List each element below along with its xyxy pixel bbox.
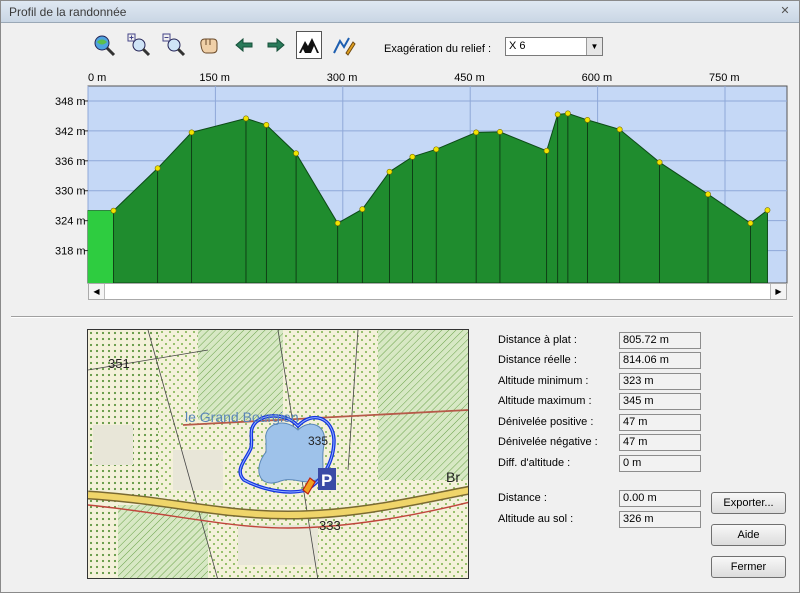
stat-value-descent: 47 m bbox=[619, 434, 701, 451]
help-button[interactable]: Aide bbox=[711, 524, 786, 546]
stat-label-altitude-diff: Diff. d'altitude : bbox=[498, 457, 571, 469]
window-title: Profil de la randonnée bbox=[9, 5, 127, 19]
waypoint-marker bbox=[334, 220, 341, 227]
stat-value-altitude-diff: 0 m bbox=[619, 455, 701, 472]
stat-label-distance-flat: Distance à plat : bbox=[498, 334, 577, 346]
stat-value-altitude-max: 345 m bbox=[619, 393, 701, 410]
waypoint-marker bbox=[110, 207, 117, 214]
stat-value-altitude-min: 323 m bbox=[619, 373, 701, 390]
zoom-in-button[interactable] bbox=[126, 31, 152, 59]
scroll-left-icon[interactable]: ◀ bbox=[89, 284, 105, 299]
x-tick-label: 300 m bbox=[327, 72, 358, 84]
waypoint-marker bbox=[188, 129, 195, 136]
map-label-333: 333 bbox=[319, 518, 341, 533]
waypoint-marker bbox=[764, 207, 771, 214]
arrow-right-icon bbox=[267, 37, 285, 53]
x-tick-label: 450 m bbox=[454, 72, 485, 84]
zoom-in-icon bbox=[127, 33, 151, 57]
topographic-map[interactable]: 351 le Grand Bourgien 335 333 Br P bbox=[87, 329, 469, 579]
waypoint-marker bbox=[433, 146, 440, 153]
cursor-value-distance: 0.00 m bbox=[619, 490, 701, 507]
stat-label-descent: Dénivelée négative : bbox=[498, 436, 598, 448]
stat-label-distance-real: Distance réelle : bbox=[498, 354, 577, 366]
exaggeration-select[interactable]: X 6 ▼ bbox=[505, 37, 603, 56]
waypoint-marker bbox=[747, 220, 754, 227]
waypoint-marker bbox=[473, 129, 480, 136]
waypoint-marker bbox=[243, 115, 249, 122]
waypoint-marker bbox=[497, 128, 503, 135]
waypoint-marker bbox=[154, 165, 161, 172]
stat-label-ascent: Dénivelée positive : bbox=[498, 416, 594, 428]
pan-hand-icon bbox=[200, 38, 218, 54]
waypoint-marker bbox=[543, 147, 550, 154]
map-label-place: le Grand Bourgien bbox=[185, 409, 299, 425]
cursor-value-ground-altitude: 326 m bbox=[619, 511, 701, 528]
x-tick-label: 0 m bbox=[88, 72, 106, 84]
scroll-right-tool-button[interactable] bbox=[263, 31, 289, 59]
exaggeration-value: X 6 bbox=[509, 40, 526, 52]
map-label-335: 335 bbox=[308, 434, 328, 448]
waypoint-marker bbox=[359, 206, 366, 213]
zoom-all-icon bbox=[94, 35, 116, 57]
y-tick-label: 330 m bbox=[55, 186, 86, 198]
waypoint-marker bbox=[386, 168, 393, 175]
waypoint-marker bbox=[656, 159, 663, 166]
relief-button[interactable] bbox=[296, 31, 322, 59]
profile-edit-button[interactable] bbox=[331, 31, 357, 59]
exaggeration-label: Exagération du relief : bbox=[384, 43, 492, 55]
x-tick-label: 600 m bbox=[582, 72, 613, 84]
profile-scrollbar[interactable]: ◀ ▶ bbox=[88, 283, 787, 300]
stat-value-distance-real: 814.06 m bbox=[619, 352, 701, 369]
export-button[interactable]: Exporter... bbox=[711, 492, 786, 514]
waypoint-marker bbox=[409, 153, 416, 160]
zoom-out-button[interactable] bbox=[161, 31, 187, 59]
map-label-351: 351 bbox=[108, 356, 130, 371]
waypoint-marker bbox=[554, 111, 561, 118]
stat-label-altitude-max: Altitude maximum : bbox=[498, 395, 592, 407]
stat-value-distance-flat: 805.72 m bbox=[619, 332, 701, 349]
y-tick-label: 324 m bbox=[55, 216, 86, 228]
waypoint-marker bbox=[564, 110, 571, 117]
y-tick-label: 318 m bbox=[55, 246, 86, 258]
y-tick-label: 342 m bbox=[55, 126, 86, 138]
waypoint-marker bbox=[263, 122, 270, 128]
x-tick-label: 750 m bbox=[709, 72, 740, 84]
waypoint-marker bbox=[584, 117, 591, 123]
chevron-down-icon[interactable]: ▼ bbox=[586, 38, 602, 55]
start-segment bbox=[88, 210, 114, 283]
waypoint-marker bbox=[705, 191, 711, 198]
elevation-profile-chart[interactable]: 0 m 150 m 300 m 450 m 600 m 750 m 348 m 342 m 33… bbox=[1, 67, 800, 287]
divider bbox=[11, 316, 793, 318]
profile-pencil-icon bbox=[333, 37, 356, 56]
waypoint-marker bbox=[616, 126, 623, 133]
y-tick-label: 348 m bbox=[55, 96, 86, 108]
relief-mountain-icon bbox=[299, 38, 319, 53]
close-icon[interactable]: ✕ bbox=[777, 4, 793, 18]
zoom-out-icon bbox=[162, 33, 186, 57]
map-drawing: 351 le Grand Bourgien 335 333 Br P bbox=[88, 330, 468, 578]
waypoint-marker bbox=[293, 150, 299, 157]
zoom-all-button[interactable] bbox=[91, 31, 117, 59]
title-bar[interactable]: Profil de la randonnée ✕ bbox=[1, 1, 799, 23]
pan-button[interactable] bbox=[196, 31, 222, 59]
y-tick-label: 336 m bbox=[55, 156, 86, 168]
profile-window: Profil de la randonnée ✕ Exagération du … bbox=[0, 0, 800, 593]
cursor-label-ground-altitude: Altitude au sol : bbox=[498, 513, 574, 525]
arrow-left-icon bbox=[235, 37, 253, 53]
map-label-parking: P bbox=[321, 471, 332, 490]
cursor-label-distance: Distance : bbox=[498, 492, 547, 504]
stat-label-altitude-min: Altitude minimum : bbox=[498, 375, 589, 387]
x-tick-label: 150 m bbox=[199, 72, 230, 84]
close-button[interactable]: Fermer bbox=[711, 556, 786, 578]
scroll-left-tool-button[interactable] bbox=[231, 31, 257, 59]
map-label-br: Br bbox=[446, 469, 460, 485]
scroll-right-icon[interactable]: ▶ bbox=[770, 284, 786, 299]
stat-value-ascent: 47 m bbox=[619, 414, 701, 431]
